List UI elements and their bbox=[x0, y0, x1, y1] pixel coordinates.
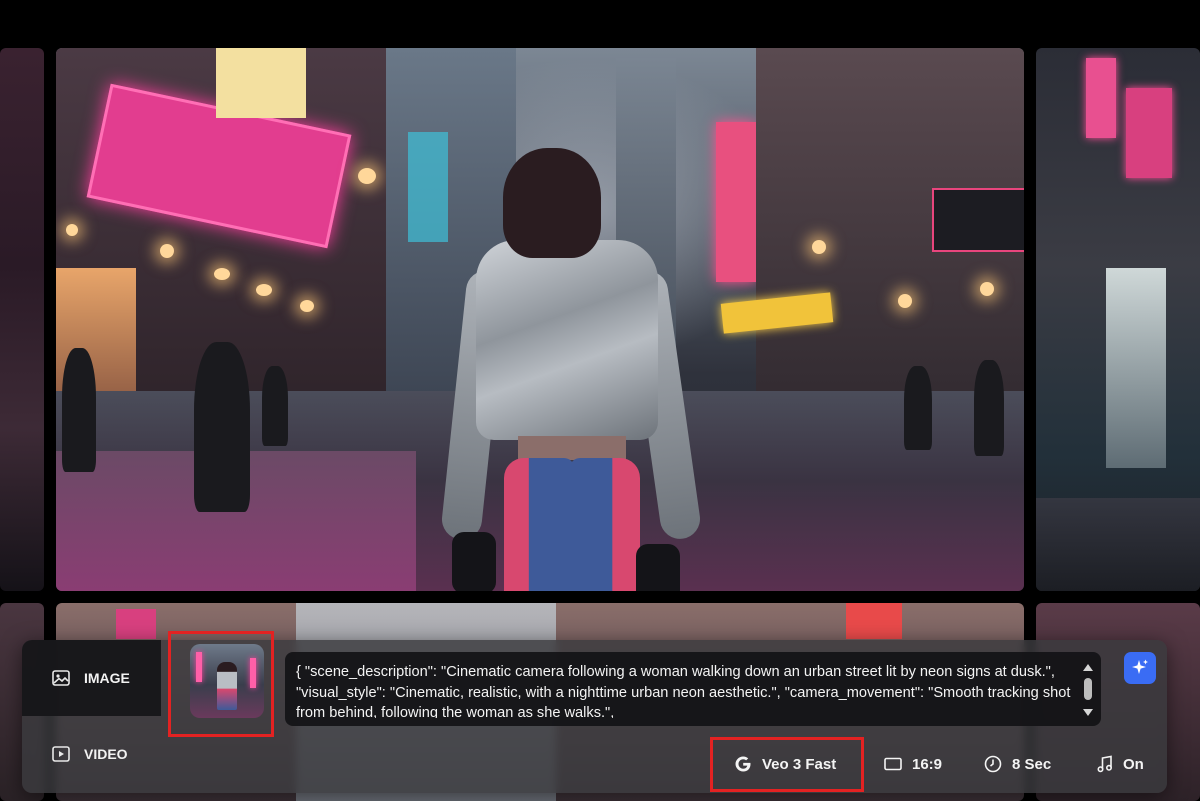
prompt-composer: IMAGE VIDEO { "scene_description": "Cine… bbox=[22, 631, 1167, 793]
woman-leg bbox=[504, 458, 574, 591]
reference-thumbnail[interactable] bbox=[190, 644, 264, 718]
neon-sign bbox=[716, 122, 756, 282]
neon-sign bbox=[1126, 88, 1172, 178]
neon-sign bbox=[1086, 58, 1116, 138]
neon-sign bbox=[116, 609, 156, 639]
scroll-down-icon[interactable] bbox=[1083, 709, 1093, 716]
clock-icon bbox=[984, 755, 1002, 773]
aspect-ratio-label: 16:9 bbox=[912, 755, 943, 773]
gallery-tile-right[interactable] bbox=[1036, 48, 1200, 591]
woman-leg bbox=[570, 458, 640, 591]
aspect-ratio-selector[interactable]: 16:9 bbox=[884, 750, 942, 778]
pedestrian bbox=[194, 342, 250, 512]
pedestrian bbox=[974, 360, 1004, 456]
video-mode-button[interactable]: VIDEO bbox=[22, 716, 161, 792]
thumbnail-neon bbox=[196, 652, 202, 682]
scroll-up-icon[interactable] bbox=[1083, 664, 1093, 671]
light bbox=[214, 268, 230, 280]
rectangle-icon bbox=[884, 757, 902, 771]
prompt-scrollbar[interactable] bbox=[1083, 664, 1093, 716]
audio-toggle[interactable]: On bbox=[1097, 750, 1144, 778]
light bbox=[980, 282, 994, 296]
image-mode-button[interactable]: IMAGE bbox=[22, 640, 161, 716]
duration-selector[interactable]: 8 Sec bbox=[984, 750, 1051, 778]
woman-jacket bbox=[476, 240, 658, 440]
light bbox=[812, 240, 826, 254]
thumbnail-neon bbox=[250, 658, 256, 688]
light bbox=[160, 244, 174, 258]
light bbox=[300, 300, 314, 312]
model-label: Veo 3 Fast bbox=[762, 755, 837, 773]
gallery-tile-main[interactable] bbox=[56, 48, 1024, 591]
neon-sign bbox=[846, 603, 902, 639]
play-icon bbox=[52, 746, 70, 762]
light bbox=[898, 294, 912, 308]
enhance-prompt-button[interactable] bbox=[1124, 652, 1156, 684]
model-selector[interactable]: Veo 3 Fast bbox=[734, 750, 836, 778]
sparkle-icon bbox=[1132, 659, 1148, 674]
thumbnail-figure bbox=[217, 662, 237, 710]
image-mode-label: IMAGE bbox=[84, 670, 130, 686]
pedestrian bbox=[262, 366, 288, 446]
prompt-textarea[interactable]: { "scene_description": "Cinematic camera… bbox=[296, 662, 1071, 718]
gallery-tile-left[interactable] bbox=[0, 48, 44, 591]
reference-thumbnail-highlight bbox=[168, 631, 274, 737]
woman-glove bbox=[452, 532, 496, 591]
audio-label: On bbox=[1123, 755, 1144, 773]
image-icon bbox=[52, 670, 70, 686]
light bbox=[358, 168, 376, 184]
music-note-icon bbox=[1097, 755, 1113, 773]
mode-switcher: IMAGE VIDEO bbox=[22, 640, 161, 793]
woman-hair bbox=[503, 148, 601, 258]
sidewalk bbox=[1036, 498, 1200, 591]
light bbox=[256, 284, 272, 296]
prompt-textarea-container[interactable]: { "scene_description": "Cinematic camera… bbox=[285, 652, 1101, 726]
neon-sign bbox=[932, 188, 1024, 252]
duration-label: 8 Sec bbox=[1012, 755, 1052, 773]
video-mode-label: VIDEO bbox=[84, 746, 128, 762]
shop-window bbox=[1106, 268, 1166, 468]
billboard bbox=[216, 48, 306, 118]
pedestrian bbox=[904, 366, 932, 450]
scroll-thumb[interactable] bbox=[1084, 678, 1092, 700]
woman-glove bbox=[636, 544, 680, 591]
pedestrian bbox=[62, 348, 96, 472]
light bbox=[66, 224, 78, 236]
woman-waist bbox=[518, 436, 626, 460]
google-icon bbox=[735, 756, 751, 772]
neon-sign bbox=[408, 132, 448, 242]
